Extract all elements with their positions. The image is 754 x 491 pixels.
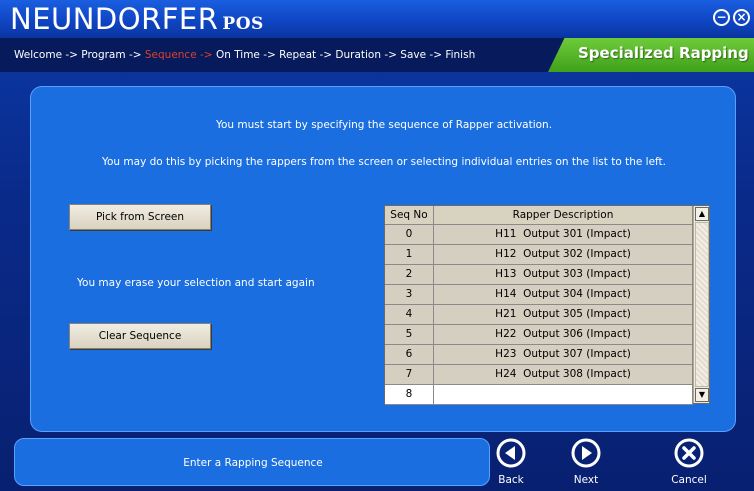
title-bar: NEUNDORFER POS − × <box>0 0 754 38</box>
brand-name: NEUNDORFER <box>10 2 219 36</box>
table-scrollbar[interactable]: ▲ ▼ <box>693 206 709 403</box>
minimize-icon[interactable]: − <box>713 9 730 26</box>
status-box: Enter a Rapping Sequence <box>14 438 490 486</box>
breadcrumb-step: Save <box>400 49 427 61</box>
section-title: Specialized Rapping <box>578 44 749 62</box>
breadcrumb-separator: -> <box>125 49 145 61</box>
next-arrow-icon <box>571 438 601 468</box>
scroll-down-icon[interactable]: ▼ <box>695 388 709 402</box>
clear-sequence-button[interactable]: Clear Sequence <box>69 323 211 349</box>
column-header-rapper-description[interactable]: Rapper Description <box>434 206 693 225</box>
cell-rapper-description: H21 Output 305 (Impact) <box>434 305 693 325</box>
cancel-button[interactable]: Cancel <box>664 438 714 488</box>
breadcrumb-step: Program <box>81 49 126 61</box>
cell-seq-no: 2 <box>385 265 434 285</box>
instruction-text-1: You must start by specifying the sequenc… <box>215 119 553 131</box>
table-row[interactable]: 4 H21 Output 305 (Impact) <box>385 305 693 325</box>
cell-seq-no: 7 <box>385 365 434 385</box>
back-button[interactable]: Back <box>486 438 536 488</box>
cell-rapper-description <box>434 385 693 405</box>
pick-from-screen-button[interactable]: Pick from Screen <box>69 204 211 230</box>
cell-seq-no: 1 <box>385 245 434 265</box>
cell-rapper-description: H14 Output 304 (Impact) <box>434 285 693 305</box>
close-icon[interactable]: × <box>733 9 750 26</box>
app-logo: NEUNDORFER POS <box>10 2 264 41</box>
breadcrumb: Welcome -> Program -> Sequence -> On Tim… <box>14 49 475 61</box>
cell-seq-no: 0 <box>385 225 434 245</box>
table-row[interactable]: 3 H14 Output 304 (Impact) <box>385 285 693 305</box>
status-text: Enter a Rapping Sequence <box>183 457 323 469</box>
cell-rapper-description: H11 Output 301 (Impact) <box>434 225 693 245</box>
table-row[interactable]: 5 H22 Output 306 (Impact) <box>385 325 693 345</box>
breadcrumb-step: Finish <box>445 49 476 61</box>
cell-rapper-description: H22 Output 306 (Impact) <box>434 325 693 345</box>
cancel-x-icon <box>674 438 704 468</box>
cell-rapper-description: H24 Output 308 (Impact) <box>434 365 693 385</box>
cell-seq-no: 3 <box>385 285 434 305</box>
table-body: 0 H11 Output 301 (Impact) 1 H12 Output 302 … <box>385 225 693 405</box>
breadcrumb-separator: -> <box>62 49 82 61</box>
next-label: Next <box>573 474 599 486</box>
back-arrow-icon <box>496 438 526 468</box>
cell-rapper-description: H13 Output 303 (Impact) <box>434 265 693 285</box>
table-row[interactable]: 8 <box>385 385 693 405</box>
column-header-seq-no[interactable]: Seq No <box>385 206 434 225</box>
cell-seq-no: 4 <box>385 305 434 325</box>
back-label: Back <box>498 474 524 486</box>
scroll-thumb[interactable] <box>695 222 709 387</box>
next-button[interactable]: Next <box>561 438 611 488</box>
rapper-sequence-table: Seq No Rapper Description 0 H11 Output 30… <box>384 205 710 405</box>
cell-seq-no: 8 <box>385 385 434 405</box>
breadcrumb-separator: -> <box>259 49 280 61</box>
table-row[interactable]: 0 H11 Output 301 (Impact) <box>385 225 693 245</box>
breadcrumb-step: On Time <box>215 49 260 61</box>
instruction-text-2: You may do this by picking the rappers f… <box>101 156 667 168</box>
table-row[interactable]: 7 H24 Output 308 (Impact) <box>385 365 693 385</box>
scroll-up-icon[interactable]: ▲ <box>695 207 709 221</box>
main-panel: You must start by specifying the sequenc… <box>30 86 736 432</box>
breadcrumb-separator: -> <box>381 49 401 61</box>
brand-sub: POS <box>222 14 264 34</box>
table-row[interactable]: 1 H12 Output 302 (Impact) <box>385 245 693 265</box>
table-header: Seq No Rapper Description <box>385 206 693 225</box>
breadcrumb-separator: -> <box>426 49 446 61</box>
breadcrumb-separator: -> <box>316 49 336 61</box>
cell-seq-no: 6 <box>385 345 434 365</box>
breadcrumb-separator: -> <box>196 49 216 61</box>
table-row[interactable]: 2 H13 Output 303 (Impact) <box>385 265 693 285</box>
breadcrumb-step: Welcome <box>14 49 63 61</box>
cell-rapper-description: H23 Output 307 (Impact) <box>434 345 693 365</box>
cancel-label: Cancel <box>671 474 707 486</box>
breadcrumb-step: Duration <box>335 49 382 61</box>
erase-instruction-text: You may erase your selection and start a… <box>77 277 315 289</box>
breadcrumb-step: Sequence <box>144 49 197 61</box>
breadcrumb-step: Repeat <box>279 49 317 61</box>
cell-seq-no: 5 <box>385 325 434 345</box>
cell-rapper-description: H12 Output 302 (Impact) <box>434 245 693 265</box>
app-window: NEUNDORFER POS − × Welcome -> Program -> … <box>0 0 754 491</box>
table-row[interactable]: 6 H23 Output 307 (Impact) <box>385 345 693 365</box>
section-tab: Specialized Rapping <box>548 38 754 72</box>
